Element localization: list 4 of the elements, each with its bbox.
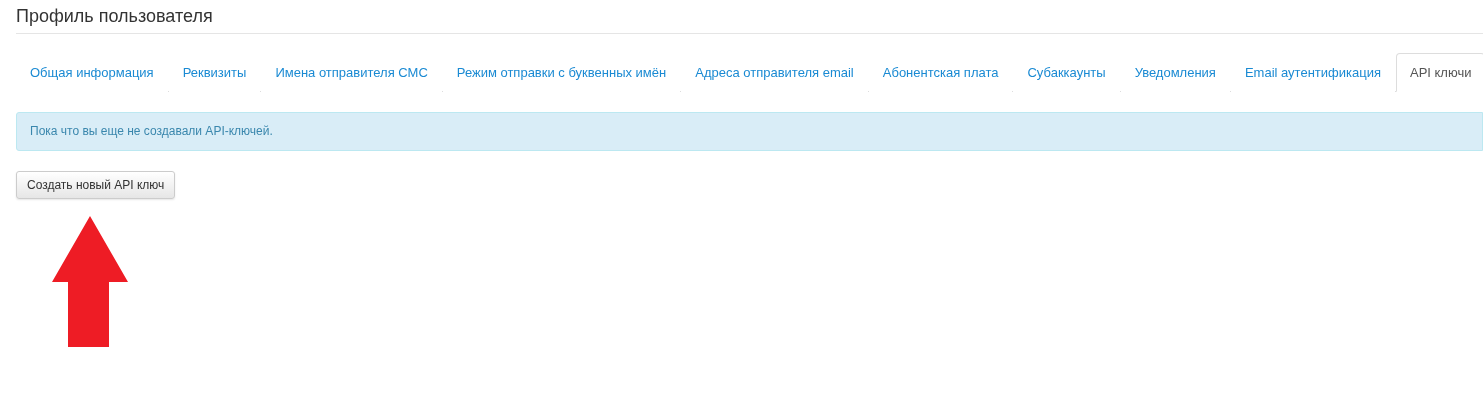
tab[interactable]: API ключи	[1395, 53, 1483, 92]
info-alert: Пока что вы еще не создавали API-ключей.	[16, 112, 1483, 151]
page-title: Профиль пользователя	[16, 4, 1483, 34]
create-key-button[interactable]: Создать новый API ключ	[16, 171, 176, 199]
